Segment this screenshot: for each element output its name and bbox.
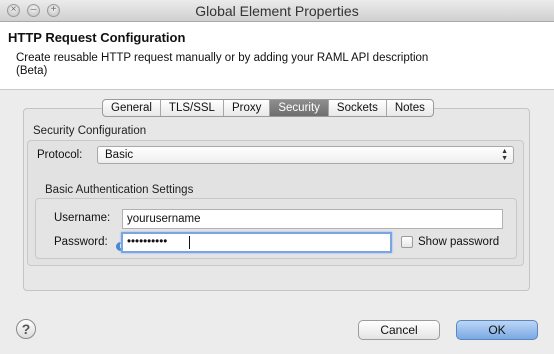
username-input[interactable]: yourusername xyxy=(122,209,503,229)
dialog-title: HTTP Request Configuration xyxy=(8,30,186,45)
username-label: Username: xyxy=(54,212,111,224)
ok-button[interactable]: OK xyxy=(456,320,538,340)
dialog-header: HTTP Request Configuration Create reusab… xyxy=(0,22,554,90)
tab-general[interactable]: General xyxy=(103,100,161,116)
username-value: yourusername xyxy=(127,213,201,225)
help-button[interactable]: ? xyxy=(16,319,36,339)
text-caret xyxy=(189,236,190,249)
select-arrows-icon: ▲ ▼ xyxy=(501,148,508,162)
tab-notes[interactable]: Notes xyxy=(387,100,433,116)
protocol-select-value: Basic xyxy=(105,149,134,161)
title-bar: × – + Global Element Properties xyxy=(0,0,554,22)
password-input[interactable]: •••••••••• xyxy=(121,232,392,253)
basic-auth-title: Basic Authentication Settings xyxy=(45,184,194,196)
protocol-label: Protocol: xyxy=(37,149,83,161)
show-password-label[interactable]: Show password xyxy=(418,236,499,248)
help-icon: ? xyxy=(21,321,31,337)
tab-security[interactable]: Security xyxy=(270,100,329,116)
tab-proxy[interactable]: Proxy xyxy=(224,100,271,116)
dialog-description: Create reusable HTTP request manually or… xyxy=(16,52,429,77)
tab-sockets[interactable]: Sockets xyxy=(329,100,387,116)
protocol-select[interactable]: Basic ▲ ▼ xyxy=(97,146,514,164)
show-password-checkbox[interactable] xyxy=(401,236,413,248)
tab-tls-ssl[interactable]: TLS/SSL xyxy=(161,100,224,116)
password-label: Password: xyxy=(54,236,108,248)
window-title: Global Element Properties xyxy=(195,3,359,19)
password-value: •••••••••• xyxy=(127,236,168,248)
security-configuration-title: Security Configuration xyxy=(33,125,147,137)
cancel-button[interactable]: Cancel xyxy=(358,320,440,340)
tab-bar: General TLS/SSL Proxy Security Sockets N… xyxy=(102,99,434,117)
